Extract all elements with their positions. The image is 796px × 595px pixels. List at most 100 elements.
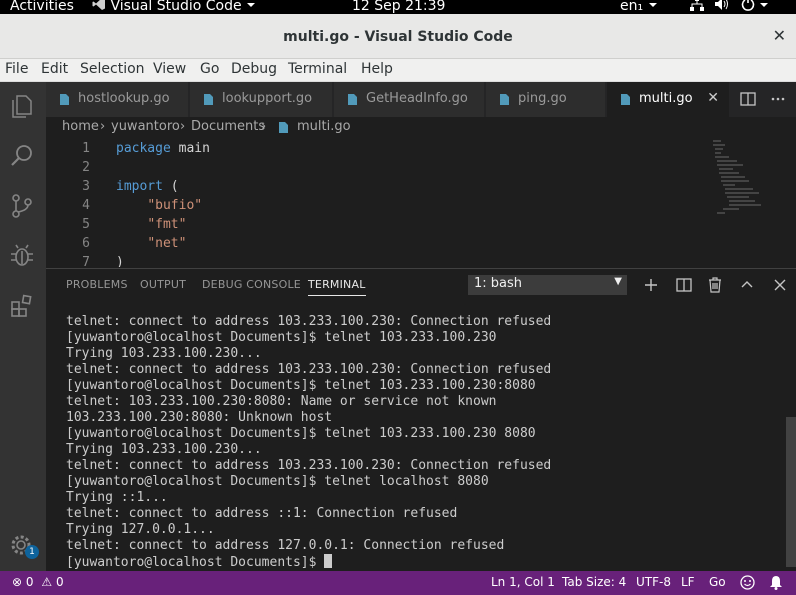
window-title-bar[interactable]: multi.go - Visual Studio Code ✕ [0,14,796,59]
extensions-icon[interactable] [8,292,36,320]
panel-tab-debug-console[interactable]: DEBUG CONSOLE [202,278,301,291]
minimap[interactable] [709,139,769,219]
tab-label: GetHeadInfo.go [366,91,468,106]
more-actions-icon[interactable] [770,91,786,107]
split-terminal-icon[interactable] [676,277,692,293]
error-count: 0 [25,575,34,589]
menu-selection[interactable]: Selection [80,61,145,77]
line-number: 2 [82,160,90,175]
code-line[interactable]: 2 [46,160,746,179]
bottom-panel: PROBLEMS OUTPUT DEBUG CONSOLE TERMINAL 1… [46,268,796,571]
line-number: 5 [82,217,90,232]
code-token: main [170,141,210,156]
line-number: 1 [82,141,90,156]
tab-close-icon[interactable]: ✕ [707,90,719,106]
code-text: ) [116,255,124,267]
cursor-position[interactable]: Ln 1, Col 1 [491,575,555,589]
tab-multi[interactable]: multi.go ✕ [607,82,730,117]
explorer-icon[interactable] [8,92,36,120]
menu-debug[interactable]: Debug [231,61,277,77]
settings-gear-icon[interactable]: 1 [8,532,39,560]
breadcrumb-separator: › [100,119,106,134]
tab-lookupport[interactable]: lookupport.go [190,82,333,117]
window-close-button[interactable]: ✕ [773,26,786,45]
tab-ping[interactable]: ping.go [486,82,606,117]
encoding[interactable]: UTF-8 [636,575,671,589]
source-control-icon[interactable] [8,192,36,220]
problems-status[interactable]: ⊗ 0 ⚠ 0 [12,575,64,589]
activities-button[interactable]: Activities [10,0,74,14]
tab-hostlookup[interactable]: hostlookup.go [46,82,189,117]
breadcrumb-yuwantoro[interactable]: yuwantoro [111,119,180,134]
menu-file[interactable]: File [5,61,28,77]
line-number: 6 [82,236,90,251]
network-icon [690,0,704,11]
line-number: 3 [82,179,90,194]
end-of-line[interactable]: LF [681,575,695,589]
tab-getheadinfo[interactable]: GetHeadInfo.go [334,82,485,117]
code-line[interactable]: 7) [46,255,746,267]
code-line[interactable]: 5 "fmt" [46,217,746,236]
string-token: "net" [147,236,187,251]
system-menu[interactable] [690,0,769,14]
new-terminal-icon[interactable] [643,277,659,293]
menu-go[interactable]: Go [200,61,219,77]
app-menu[interactable]: Visual Studio Code [92,0,256,14]
menu-terminal[interactable]: Terminal [288,61,347,77]
code-line[interactable]: 1 package main [46,141,746,160]
code-token: ( [162,179,179,194]
error-icon: ⊗ [12,575,23,589]
code-line[interactable]: 3 import ( [46,179,746,198]
menu-edit[interactable]: Edit [41,61,68,77]
code-line[interactable]: 6 "net" [46,236,746,255]
breadcrumb-home[interactable]: home [62,119,99,134]
terminal-output[interactable]: telnet: connect to address 103.233.100.2… [66,314,786,570]
dropdown-arrow-icon: ▼ [614,276,622,287]
breadcrumb-file[interactable]: multi.go [297,119,351,134]
window-title: multi.go - Visual Studio Code [283,29,513,45]
close-panel-icon[interactable] [772,277,788,293]
breadcrumb-separator: › [261,119,267,134]
menu-view[interactable]: View [153,61,186,77]
panel-tab-problems[interactable]: PROBLEMS [66,278,128,291]
code-editor[interactable]: 1 package main 2 3 import (4 "bufio" 5 "fmt" 6… [46,139,796,267]
terminal-line: telnet: connect to address 103.233.100.2… [66,362,552,377]
split-editor-icon[interactable] [740,91,756,107]
terminal-prompt-line[interactable]: [yuwantoro@localhost Documents]$ [66,554,786,570]
go-file-icon [279,122,288,133]
status-bar: ⊗ 0 ⚠ 0 Ln 1, Col 1 Tab Size: 4 UTF-8 LF… [0,571,796,595]
panel-tab-output[interactable]: OUTPUT [140,278,186,291]
terminal-line: [yuwantoro@localhost Documents]$ telnet … [66,378,536,393]
code-text: package main [116,141,210,156]
terminal-lines: telnet: connect to address 103.233.100.2… [66,314,786,554]
panel-tab-terminal[interactable]: TERMINAL [308,278,366,296]
notifications-bell-icon[interactable] [769,575,783,590]
clock[interactable]: 12 Sep 21:39 [352,0,445,14]
keyboard-layout[interactable]: en₁ [620,0,658,14]
code-token: ) [116,255,124,267]
code-line[interactable]: 4 "bufio" [46,198,746,217]
tab-size[interactable]: Tab Size: 4 [562,575,626,589]
terminal-line: Trying 127.0.0.1... [66,522,215,537]
power-icon [741,0,755,11]
terminal-prompt: [yuwantoro@localhost Documents]$ [66,555,325,570]
language-mode[interactable]: Go [709,575,726,589]
feedback-smiley-icon[interactable] [740,575,755,590]
terminal-line: telnet: connect to address 127.0.0.1: Co… [66,538,505,553]
tab-label: multi.go [639,91,693,106]
breadcrumb-documents[interactable]: Documents [191,119,265,134]
terminal-line: telnet: connect to address ::1: Connecti… [66,506,458,521]
maximize-panel-icon[interactable] [739,277,755,293]
debug-icon[interactable] [8,242,36,270]
tab-label: lookupport.go [222,91,313,106]
trash-icon[interactable] [707,277,723,293]
menu-help[interactable]: Help [361,61,393,77]
terminal-select[interactable]: 1: bash ▼ [468,275,627,295]
vscode-logo-icon [92,0,105,10]
string-token: "bufio" [147,198,203,213]
terminal-scrollbar[interactable] [786,417,796,567]
search-icon[interactable] [8,142,36,170]
